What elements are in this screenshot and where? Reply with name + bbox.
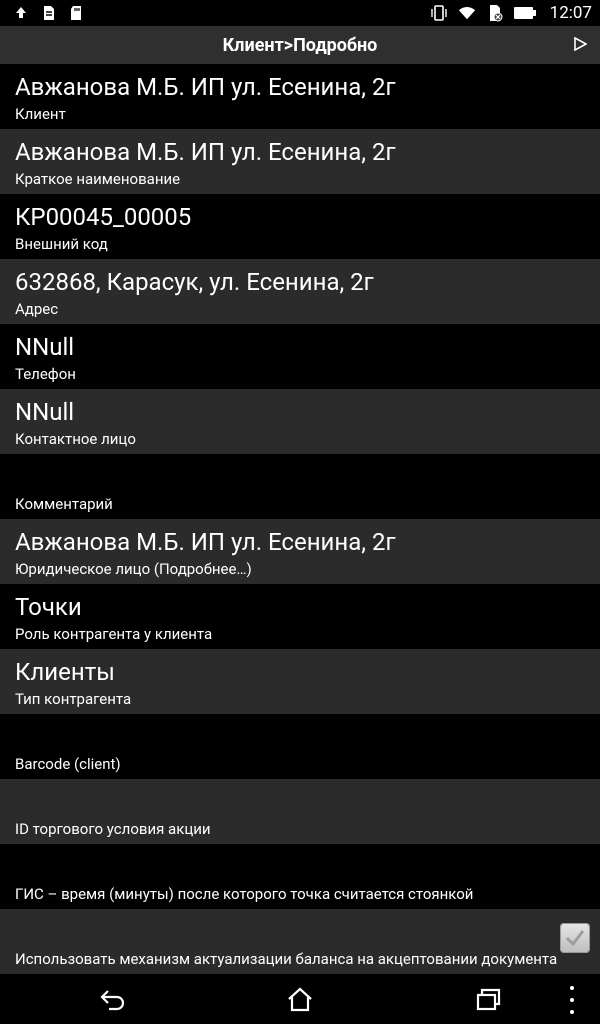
field-label: Использовать механизм актуализации балан… (15, 950, 558, 968)
field-client[interactable]: Авжанова М.Б. ИП ул. Есенина, 2г Клиент (0, 64, 600, 129)
field-address[interactable]: 632868, Карасук, ул. Есенина, 2г Адрес (0, 259, 600, 324)
field-contact-person[interactable]: NNull Контактное лицо (0, 389, 600, 454)
page-title: Клиент>Подробно (222, 34, 378, 56)
checkmark-icon (565, 930, 585, 947)
field-label: Телефон (15, 365, 76, 383)
field-value (15, 722, 586, 752)
field-external-code[interactable]: КР00045_00005 Внешний код (0, 194, 600, 259)
field-short-name[interactable]: Авжанова М.Б. ИП ул. Есенина, 2г Краткое… (0, 129, 600, 194)
field-legal-entity[interactable]: Авжанова М.Б. ИП ул. Есенина, 2г Юридиче… (0, 519, 600, 584)
home-icon[interactable] (280, 979, 320, 1019)
field-label: ID торгового условия акции (15, 820, 211, 838)
field-value (15, 917, 586, 947)
field-value: КР00045_00005 (15, 203, 192, 231)
field-phone[interactable]: NNull Телефон (0, 324, 600, 389)
field-label: ГИС – время (минуты) после которого точк… (15, 885, 474, 903)
upload-icon (12, 4, 30, 22)
field-gis-time[interactable]: ГИС – время (минуты) после которого точк… (0, 844, 600, 909)
field-barcode[interactable]: Barcode (client) (0, 714, 600, 779)
play-icon[interactable] (570, 34, 590, 54)
field-value: NNull (15, 398, 75, 426)
vibrate-icon (430, 4, 448, 22)
dot (570, 986, 574, 990)
field-value: Авжанова М.Б. ИП ул. Есенина, 2г (15, 138, 396, 166)
field-value: NNull (15, 333, 75, 361)
field-value: Авжанова М.Б. ИП ул. Есенина, 2г (15, 528, 396, 556)
field-counterparty-role[interactable]: Точки Роль контрагента у клиента (0, 584, 600, 649)
battery-icon (513, 4, 536, 22)
status-bar: 12:07 (0, 0, 600, 26)
field-value (15, 462, 586, 492)
sim-icon (486, 4, 504, 22)
field-label: Barcode (client) (15, 755, 121, 773)
field-balance-mechanism[interactable]: Использовать механизм актуализации балан… (0, 909, 600, 974)
field-promo-condition-id[interactable]: ID торгового условия акции (0, 779, 600, 844)
clock: 12:07 (549, 3, 592, 23)
sd-card-icon (68, 4, 86, 22)
field-value: Клиенты (15, 658, 115, 686)
field-value (15, 852, 586, 882)
field-value: Точки (15, 593, 82, 621)
field-label: Адрес (15, 300, 59, 318)
field-label: Комментарий (15, 495, 113, 513)
title-bar: Клиент>Подробно (0, 26, 600, 64)
file-icon (40, 4, 58, 22)
field-value: 632868, Карасук, ул. Есенина, 2г (15, 268, 374, 296)
field-label: Клиент (15, 105, 66, 123)
field-label: Внешний код (15, 235, 108, 253)
field-comment[interactable]: Комментарий (0, 454, 600, 519)
balance-mechanism-checkbox[interactable] (560, 923, 590, 953)
status-left (12, 4, 86, 22)
field-value (15, 787, 586, 817)
recents-icon[interactable] (467, 979, 507, 1019)
nav-bar (0, 974, 600, 1024)
field-label: Роль контрагента у клиента (15, 625, 213, 643)
field-counterparty-type[interactable]: Клиенты Тип контрагента (0, 649, 600, 714)
wifi-icon (458, 4, 476, 22)
status-right: 12:07 (430, 3, 592, 23)
dot (570, 998, 574, 1002)
field-label: Тип контрагента (15, 690, 132, 708)
dot (570, 1010, 574, 1014)
field-label: Краткое наименование (15, 170, 181, 188)
field-value: Авжанова М.Б. ИП ул. Есенина, 2г (15, 73, 396, 101)
field-label: Контактное лицо (15, 430, 136, 448)
back-icon[interactable] (93, 979, 133, 1019)
detail-list: Авжанова М.Б. ИП ул. Есенина, 2г Клиент … (0, 64, 600, 974)
field-label: Юридическое лицо (Подробнее…) (15, 560, 252, 578)
overflow-menu-icon[interactable] (562, 986, 582, 1014)
